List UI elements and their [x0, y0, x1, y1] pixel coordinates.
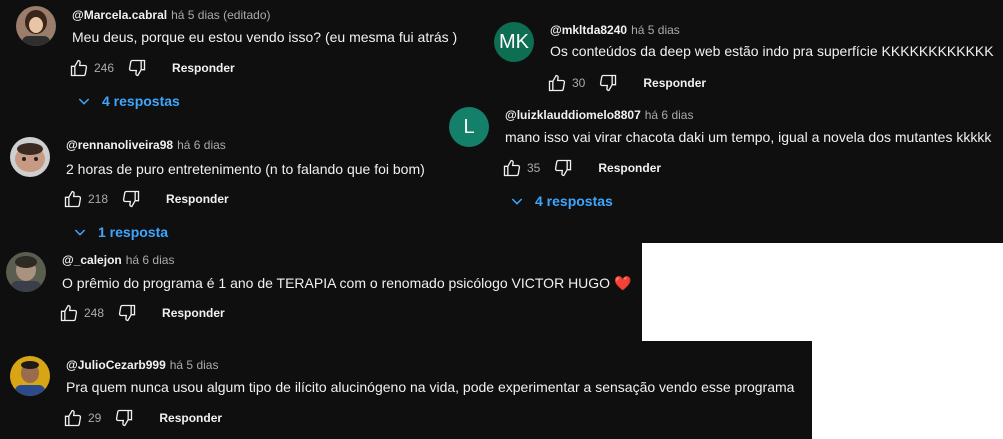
comment-author[interactable]: @JulioCezarb999: [66, 358, 166, 372]
dislike-icon[interactable]: [120, 188, 142, 210]
reply-button[interactable]: Responder: [172, 61, 235, 75]
like-icon[interactable]: [62, 188, 84, 210]
comment-text: Pra quem nunca usou algum tipo de ilícit…: [66, 379, 795, 395]
comment-text: O prêmio do programa é 1 ano de TERAPIA …: [62, 273, 631, 293]
comment-timestamp[interactable]: há 5 dias: [170, 358, 219, 372]
comment-text: Meu deus, porque eu estou vendo isso? (e…: [72, 29, 458, 45]
dislike-icon[interactable]: [597, 72, 619, 94]
comment-author[interactable]: @_calejon: [62, 253, 122, 267]
replies-label: 4 respostas: [102, 93, 180, 109]
avatar[interactable]: [16, 6, 56, 46]
user-photo-icon: [16, 6, 56, 46]
reply-button[interactable]: Responder: [166, 192, 229, 206]
reply-button[interactable]: Responder: [162, 306, 225, 320]
comment-text: 2 horas de puro entretenimento (n to fal…: [66, 161, 425, 177]
comment-text: mano isso vai virar chacota daki um temp…: [505, 129, 992, 145]
view-replies-button[interactable]: 4 respostas: [509, 193, 613, 209]
user-photo-icon: [6, 252, 46, 292]
avatar[interactable]: L: [449, 107, 489, 147]
comment-timestamp[interactable]: há 6 dias: [177, 138, 226, 152]
user-photo-icon: [10, 356, 50, 396]
comment-author[interactable]: @rennanoliveira98: [66, 138, 173, 152]
heart-emoji: ❤️: [613, 275, 632, 291]
like-icon[interactable]: [501, 157, 523, 179]
like-count: 246: [94, 61, 115, 75]
reply-button[interactable]: Responder: [159, 411, 222, 425]
dislike-icon[interactable]: [126, 57, 148, 79]
chevron-down-icon: [78, 98, 90, 105]
avatar[interactable]: MK: [494, 22, 534, 62]
like-icon[interactable]: [62, 407, 84, 429]
avatar[interactable]: [6, 252, 46, 292]
like-count: 29: [88, 411, 102, 425]
like-icon[interactable]: [58, 302, 80, 324]
dislike-icon[interactable]: [113, 407, 135, 429]
comment-body: O prêmio do programa é 1 ano de TERAPIA …: [62, 275, 611, 291]
comment-author[interactable]: @Marcela.cabral: [72, 8, 167, 22]
chevron-down-icon: [74, 229, 86, 236]
comment-timestamp[interactable]: há 6 dias: [645, 108, 694, 122]
view-replies-button[interactable]: 1 resposta: [72, 224, 168, 240]
dislike-icon[interactable]: [552, 157, 574, 179]
like-icon[interactable]: [68, 57, 90, 79]
replies-label: 1 resposta: [98, 224, 169, 240]
like-count: 30: [572, 76, 586, 90]
comment-timestamp[interactable]: há 6 dias: [126, 253, 175, 267]
comment-text: Os conteúdos da deep web estão indo pra …: [550, 43, 994, 59]
dislike-icon[interactable]: [116, 302, 138, 324]
avatar[interactable]: [10, 356, 50, 396]
chevron-down-icon: [511, 198, 523, 205]
view-replies-button[interactable]: 4 respostas: [76, 93, 180, 109]
replies-label: 4 respostas: [535, 193, 613, 209]
comment-author[interactable]: @luizklauddiomelo8807: [505, 108, 641, 122]
like-count: 218: [88, 192, 109, 206]
like-count: 248: [84, 306, 105, 320]
reply-button[interactable]: Responder: [598, 161, 661, 175]
comment-author[interactable]: @mkltda8240: [550, 23, 627, 37]
like-icon[interactable]: [546, 72, 568, 94]
avatar[interactable]: [10, 137, 50, 177]
like-count: 35: [527, 161, 541, 175]
comment-timestamp[interactable]: há 5 dias: [631, 23, 680, 37]
comment-timestamp[interactable]: há 5 dias (editado): [171, 8, 270, 22]
user-photo-icon: [10, 137, 50, 177]
reply-button[interactable]: Responder: [643, 76, 706, 90]
